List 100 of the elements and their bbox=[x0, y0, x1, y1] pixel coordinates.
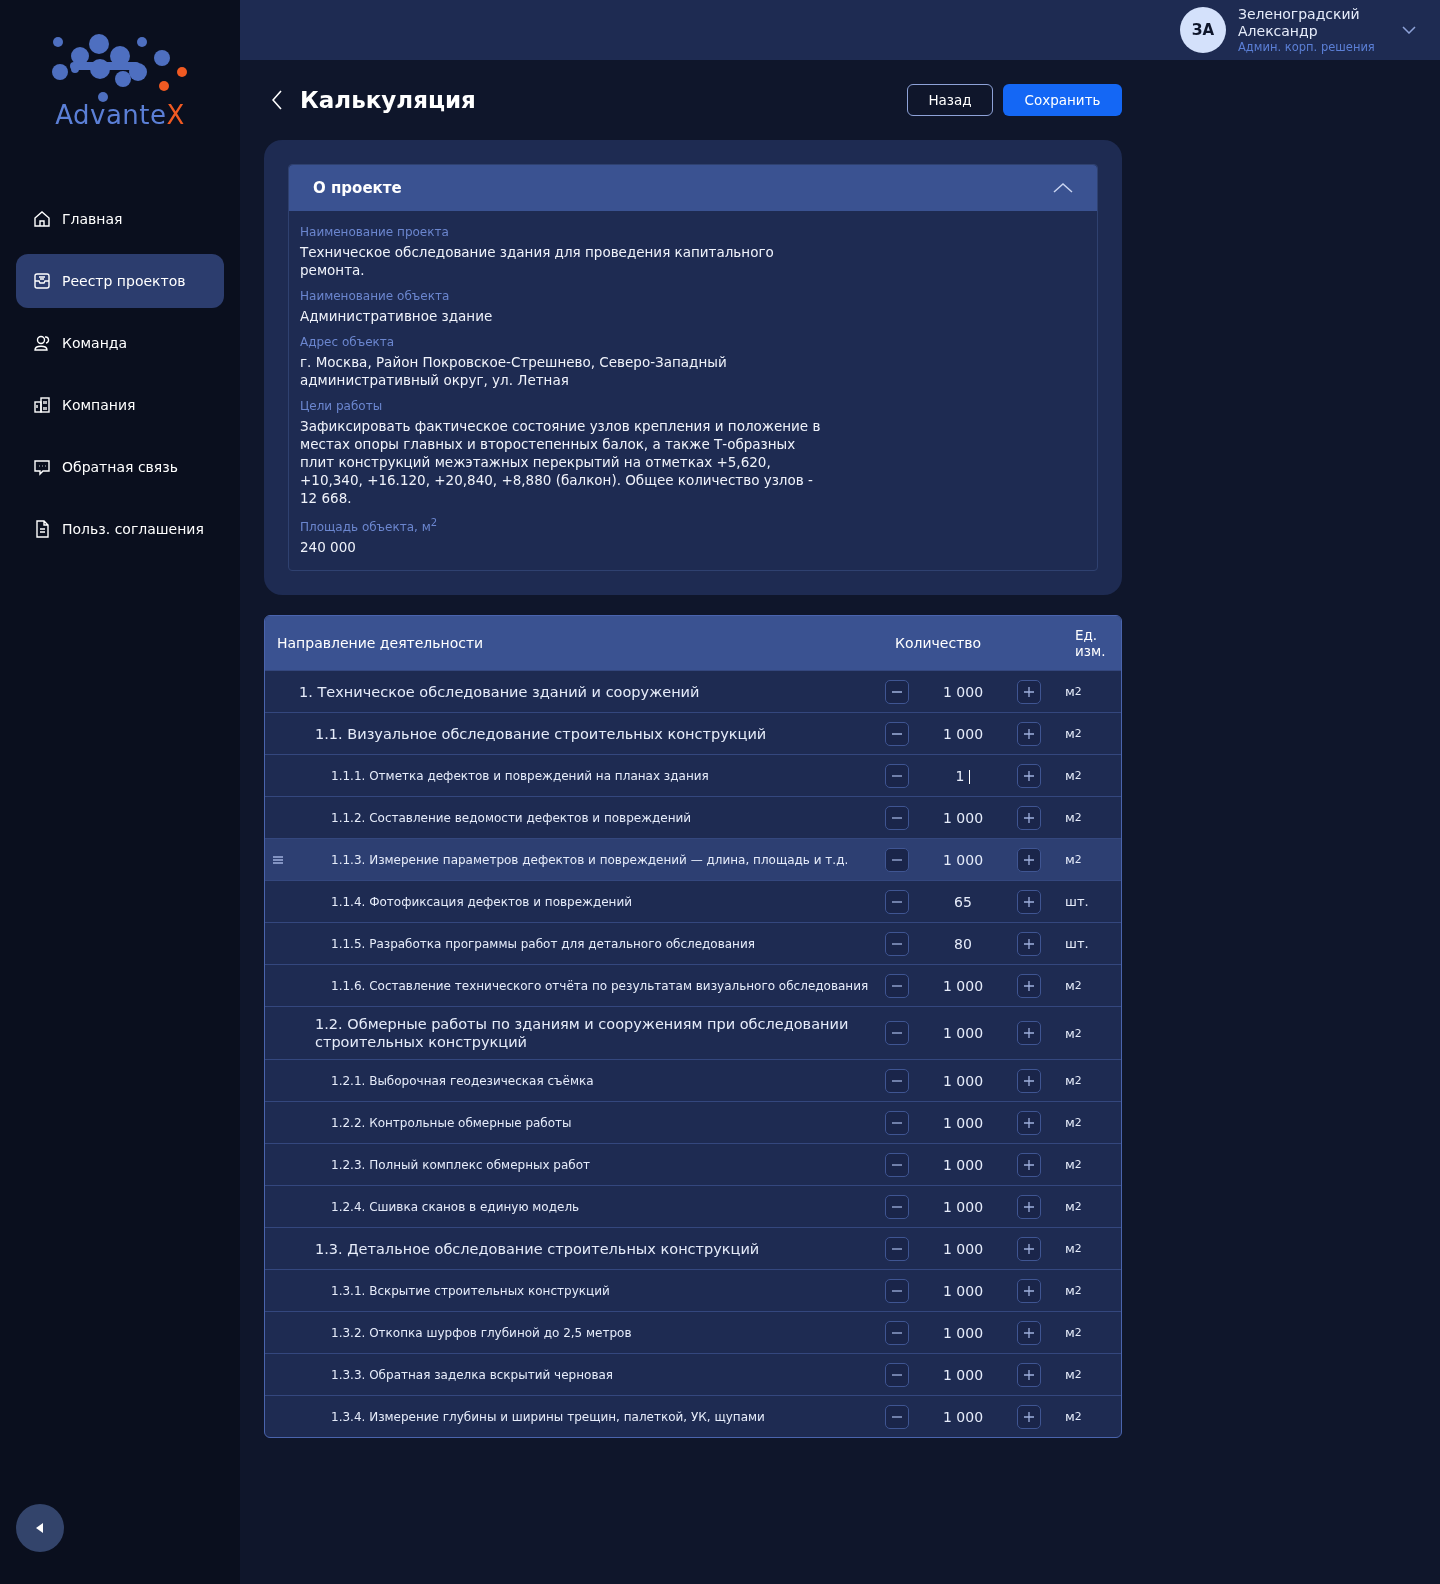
increment-button[interactable] bbox=[1017, 1194, 1041, 1219]
drag-handle-icon[interactable] bbox=[273, 855, 283, 864]
plus-icon bbox=[1023, 853, 1035, 866]
decrement-button[interactable] bbox=[885, 1320, 909, 1345]
row-label: 1.1.5. Разработка программы работ для детального обследования bbox=[331, 935, 755, 953]
increment-button[interactable] bbox=[1017, 721, 1041, 746]
plus-icon bbox=[1023, 1284, 1035, 1297]
plus-icon bbox=[1023, 1200, 1035, 1213]
decrement-button[interactable] bbox=[885, 1404, 909, 1429]
quantity-field[interactable]: 1 000 bbox=[909, 1240, 1017, 1257]
increment-button[interactable] bbox=[1017, 1021, 1041, 1045]
table-row[interactable]: 1.1.4. Фотофиксация дефектов и повреждений 65 шт. bbox=[265, 880, 1121, 922]
quantity-field[interactable]: 1 000 bbox=[909, 1072, 1017, 1089]
increment-button[interactable] bbox=[1017, 1404, 1041, 1429]
decrement-button[interactable] bbox=[885, 1152, 909, 1177]
sidebar-item[interactable]: Обратная связь bbox=[16, 440, 224, 494]
accordion-header[interactable]: О проекте bbox=[289, 165, 1097, 211]
increment-button[interactable] bbox=[1017, 1236, 1041, 1261]
plus-icon bbox=[1023, 1242, 1035, 1255]
decrement-button[interactable] bbox=[885, 1278, 909, 1303]
quantity-field[interactable]: 1 000 bbox=[909, 1408, 1017, 1425]
quantity-field[interactable]: 1 000 bbox=[909, 851, 1017, 868]
plus-icon bbox=[1023, 1158, 1035, 1171]
decrement-button[interactable] bbox=[885, 973, 909, 998]
decrement-button[interactable] bbox=[885, 1021, 909, 1045]
back-button[interactable]: Назад bbox=[907, 84, 993, 116]
quantity-field[interactable]: 1 000 bbox=[909, 1156, 1017, 1173]
plus-icon bbox=[1023, 769, 1035, 782]
logo-icon bbox=[50, 34, 190, 104]
row-label: 1.3.1. Вскрытие строительных конструкций bbox=[331, 1282, 610, 1300]
row-label: 1.1.6. Составление технического отчёта по результатам визуального обследования bbox=[331, 977, 869, 995]
increment-button[interactable] bbox=[1017, 1110, 1041, 1135]
decrement-button[interactable] bbox=[885, 805, 909, 830]
decrement-button[interactable] bbox=[885, 679, 909, 704]
page-title: Калькуляция bbox=[300, 87, 476, 113]
sidebar-item[interactable]: Команда bbox=[16, 316, 224, 370]
quantity-field[interactable]: 1 000 bbox=[909, 1282, 1017, 1299]
field-label: Наименование проекта bbox=[300, 225, 450, 239]
quantity-field[interactable]: 1 000 bbox=[909, 1025, 1017, 1041]
column-header: Количество bbox=[895, 635, 983, 651]
decrement-button[interactable] bbox=[885, 1236, 909, 1261]
decrement-button[interactable] bbox=[885, 721, 909, 746]
quantity-field[interactable]: 1 000 bbox=[909, 1114, 1017, 1131]
increment-button[interactable] bbox=[1017, 889, 1041, 914]
plus-icon bbox=[1023, 1368, 1035, 1381]
plus-icon bbox=[1023, 685, 1035, 698]
increment-button[interactable] bbox=[1017, 1068, 1041, 1093]
decrement-button[interactable] bbox=[885, 1194, 909, 1219]
quantity-field[interactable]: 1 000 bbox=[909, 977, 1017, 994]
increment-button[interactable] bbox=[1017, 1152, 1041, 1177]
field-value: 240 000 bbox=[300, 538, 357, 556]
plus-icon bbox=[1023, 727, 1035, 740]
save-button[interactable]: Сохранить bbox=[1003, 84, 1122, 116]
unit-label: шт. bbox=[1065, 894, 1090, 909]
increment-button[interactable] bbox=[1017, 973, 1041, 998]
decrement-button[interactable] bbox=[885, 1110, 909, 1135]
sidebar-item[interactable]: Реестр проектов bbox=[16, 254, 224, 308]
quantity-field[interactable]: 1 000 bbox=[909, 683, 1017, 700]
triangle-left-icon bbox=[36, 1523, 44, 1533]
quantity-field[interactable]: 1 000 bbox=[909, 1366, 1017, 1383]
increment-button[interactable] bbox=[1017, 679, 1041, 704]
field-value: Зафиксировать фактическое состояние узлов крепления и положение в местах опоры главных и второстепенных балок, а также Т-образных плит конструкций межэтажных перекрытий на отметках +5,620, +10,340, +16.120, +20,840, +8,880 (балкон). Общее количество узлов - 12 668. bbox=[300, 417, 822, 507]
decrement-button[interactable] bbox=[885, 889, 909, 914]
increment-button[interactable] bbox=[1017, 1278, 1041, 1303]
field-value: Административное здание bbox=[300, 307, 494, 325]
sidebar-item[interactable]: Главная bbox=[16, 192, 224, 246]
table-row[interactable]: 1.1.5. Разработка программы работ для детального обследования 80 шт. bbox=[265, 922, 1121, 964]
field-value: г. Москва, Район Покровское-Стрешнево, Северо-Западный административный округ, ул. Летная bbox=[300, 353, 728, 389]
increment-button[interactable] bbox=[1017, 931, 1041, 956]
increment-button[interactable] bbox=[1017, 805, 1041, 830]
user-role: Админ. корп. решения bbox=[1238, 40, 1376, 54]
sidebar-item[interactable]: Польз. соглашения bbox=[16, 502, 224, 556]
decrement-button[interactable] bbox=[885, 1068, 909, 1093]
quantity-field[interactable]: 1 000 bbox=[909, 809, 1017, 826]
column-header: Ед. изм. bbox=[1075, 627, 1107, 659]
field-label: Наименование объекта bbox=[300, 289, 451, 303]
decrement-button[interactable] bbox=[885, 1362, 909, 1387]
increment-button[interactable] bbox=[1017, 847, 1041, 872]
increment-button[interactable] bbox=[1017, 1362, 1041, 1387]
speech-bubble-icon bbox=[32, 457, 52, 477]
unit-label: шт. bbox=[1065, 936, 1090, 951]
field-label: Цели работы bbox=[300, 399, 384, 413]
quantity-field[interactable]: 1 000 bbox=[909, 1198, 1017, 1215]
plus-icon bbox=[1023, 811, 1035, 824]
decrement-button[interactable] bbox=[885, 847, 909, 872]
decrement-button[interactable] bbox=[885, 763, 909, 788]
quantity-field[interactable]: 80 bbox=[909, 935, 1017, 952]
increment-button[interactable] bbox=[1017, 763, 1041, 788]
decrement-button[interactable] bbox=[885, 931, 909, 956]
chevron-up-icon[interactable] bbox=[1053, 183, 1073, 193]
tray-icon bbox=[32, 271, 52, 291]
increment-button[interactable] bbox=[1017, 1320, 1041, 1345]
quantity-field[interactable]: 1 bbox=[909, 767, 1017, 784]
quantity-field[interactable]: 65 bbox=[909, 893, 1017, 910]
quantity-field[interactable]: 1 000 bbox=[909, 1324, 1017, 1341]
quantity-field[interactable]: 1 000 bbox=[909, 725, 1017, 742]
sidebar-item[interactable]: Компания bbox=[16, 378, 224, 432]
plus-icon bbox=[1023, 937, 1035, 950]
row-label: 1.1.1. Отметка дефектов и повреждений на планах здания bbox=[331, 767, 709, 785]
chevron-down-icon[interactable] bbox=[1402, 26, 1416, 34]
